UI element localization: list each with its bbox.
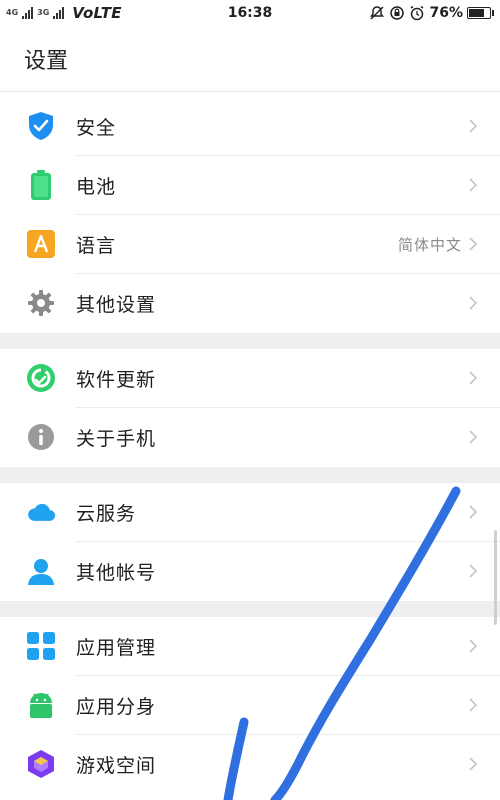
signal-3g-label: 3G	[37, 8, 50, 17]
settings-item-other-accounts[interactable]: 其他帐号	[0, 542, 500, 601]
chevron-right-icon	[469, 237, 478, 251]
settings-item-app-clone[interactable]: 应用分身	[0, 676, 500, 735]
settings-item-label: 应用管理	[76, 637, 157, 659]
settings-item-label: 云服务	[76, 503, 137, 525]
app-grid-icon	[26, 631, 56, 661]
settings-item-label: 其他帐号	[76, 562, 157, 584]
volte-label: VoLTE	[72, 4, 122, 22]
settings-item-security[interactable]: 安全	[0, 97, 500, 156]
settings-item-app-management[interactable]: 应用管理	[0, 617, 500, 676]
settings-list: 安全 电池 语言 简体中文 其他设置 软件更新 关于手机 云服务 其他帐号 应用…	[0, 97, 500, 794]
status-bar: 4G 3G VoLTE 16:38 76%	[0, 0, 500, 26]
chevron-right-icon	[469, 119, 478, 133]
settings-item-cloud-service[interactable]: 云服务	[0, 483, 500, 542]
settings-item-battery[interactable]: 电池	[0, 156, 500, 215]
current-language-value: 简体中文	[397, 236, 462, 254]
settings-item-label: 软件更新	[76, 369, 157, 391]
signal-bars-icon	[22, 7, 34, 19]
shield-check-icon	[26, 111, 56, 141]
settings-item-other-settings[interactable]: 其他设置	[0, 274, 500, 333]
chevron-right-icon	[469, 296, 478, 310]
chevron-right-icon	[469, 178, 478, 192]
settings-item-label: 应用分身	[76, 696, 157, 718]
chevron-right-icon	[469, 757, 478, 771]
settings-item-label: 其他设置	[76, 294, 157, 316]
chevron-right-icon	[469, 698, 478, 712]
settings-item-label: 安全	[76, 117, 117, 139]
chevron-right-icon	[469, 564, 478, 578]
settings-item-game-space[interactable]: 游戏空间	[0, 735, 500, 794]
rotation-lock-icon	[390, 6, 405, 20]
status-left: 4G 3G VoLTE	[6, 4, 186, 22]
cloud-icon	[26, 497, 56, 527]
person-icon	[26, 556, 56, 586]
status-right: 76%	[369, 5, 494, 21]
signal-bars-2-icon	[53, 7, 65, 19]
section-gap	[0, 467, 500, 483]
settings-item-software-update[interactable]: 软件更新	[0, 349, 500, 408]
battery-percent: 76%	[429, 5, 463, 21]
settings-item-about-phone[interactable]: 关于手机	[0, 408, 500, 467]
alarm-clock-icon	[411, 5, 424, 21]
info-icon	[26, 422, 56, 452]
chevron-right-icon	[469, 639, 478, 653]
language-icon	[26, 229, 56, 259]
battery-icon	[26, 170, 56, 200]
settings-item-label: 电池	[76, 176, 117, 198]
section-gap	[0, 333, 500, 349]
chevron-right-icon	[469, 371, 478, 385]
mute-bell-icon	[370, 6, 385, 20]
game-cube-icon	[26, 749, 56, 779]
section-gap	[0, 601, 500, 617]
battery-icon	[467, 7, 494, 19]
signal-4g-label: 4G	[6, 8, 19, 17]
settings-item-label: 游戏空间	[76, 755, 157, 777]
chevron-right-icon	[469, 505, 478, 519]
android-icon	[26, 690, 56, 720]
settings-item-label: 关于手机	[76, 428, 157, 450]
settings-item-label: 语言	[76, 235, 117, 257]
page-title: 设置	[0, 26, 500, 92]
scrollbar[interactable]	[494, 530, 497, 625]
gear-icon	[26, 288, 56, 318]
chevron-right-icon	[469, 430, 478, 444]
update-icon	[26, 363, 56, 393]
settings-item-language[interactable]: 语言 简体中文	[0, 215, 500, 274]
